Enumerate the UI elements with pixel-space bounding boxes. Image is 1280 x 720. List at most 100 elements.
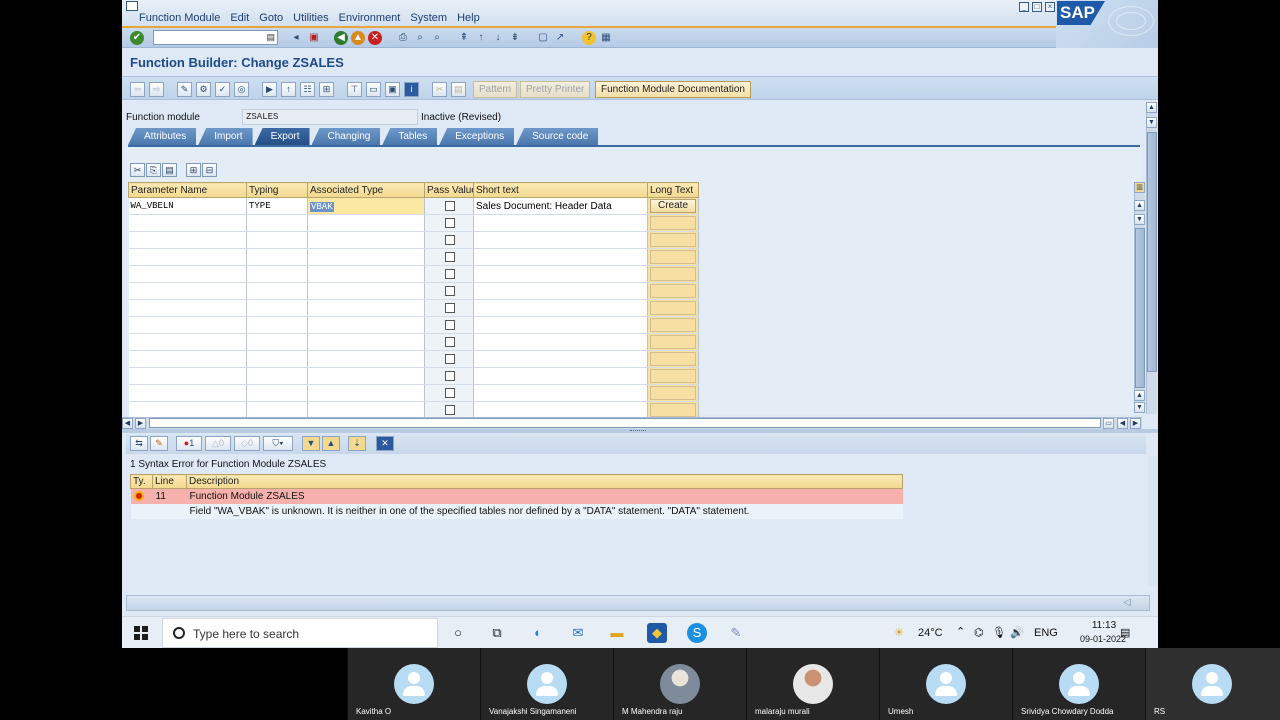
short-text-cell[interactable] (473, 316, 648, 334)
pass-value-cell[interactable] (424, 282, 474, 300)
associated-type-cell[interactable] (307, 384, 425, 402)
associated-type-cell[interactable] (307, 367, 425, 385)
tab-export[interactable]: Export (254, 128, 310, 145)
long-text-button[interactable] (650, 335, 696, 349)
pass-value-checkbox[interactable] (445, 353, 455, 364)
short-text-cell[interactable] (473, 333, 648, 351)
previous-page-icon[interactable]: ↑ (474, 31, 488, 45)
error-row[interactable]: 11 Function Module ZSALES (130, 488, 903, 504)
object-list-icon[interactable]: ☷ (300, 82, 315, 97)
horizontal-scroll-thumb[interactable] (149, 418, 1101, 428)
print-icon[interactable]: ⎙ (396, 31, 410, 45)
tab-changing[interactable]: Changing (311, 128, 381, 145)
edge-icon[interactable]: ◐ (528, 623, 548, 643)
window-menu-icon[interactable] (126, 1, 138, 11)
tab-tables[interactable]: Tables (382, 128, 438, 145)
typing-cell[interactable] (246, 282, 308, 300)
col-line[interactable]: Line (152, 474, 187, 489)
pane-splitter[interactable] (122, 429, 1158, 433)
scroll-thumb[interactable] (1147, 132, 1157, 372)
errors-filter-button[interactable]: ●1 (176, 436, 202, 451)
error-message-cell[interactable]: Field "WA_VBAK" is unknown. It is neithe… (186, 503, 903, 519)
table-scroll-bottom-icon[interactable]: ▼ (1134, 402, 1145, 413)
scroll-down-icon[interactable]: ▼ (1146, 117, 1157, 128)
col-long-text[interactable]: Long Text (647, 182, 699, 198)
pass-value-cell[interactable] (424, 299, 474, 317)
tab-attributes[interactable]: Attributes (128, 128, 197, 145)
notifications-icon[interactable]: ▤ (1120, 626, 1130, 639)
pass-value-checkbox[interactable] (445, 234, 455, 245)
pass-value-checkbox[interactable] (445, 251, 455, 262)
activate-icon[interactable]: ◎ (234, 82, 249, 97)
associated-type-cell[interactable] (307, 333, 425, 351)
long-text-button[interactable] (650, 250, 696, 264)
typing-cell[interactable] (246, 367, 308, 385)
language-indicator[interactable]: ENG (1034, 627, 1058, 639)
test-icon[interactable]: ▶ (262, 82, 277, 97)
associated-type-cell[interactable] (307, 282, 425, 300)
scroll-page-icon[interactable]: ▭ (1103, 418, 1114, 429)
pretty-printer-button[interactable]: Pretty Printer (520, 81, 591, 98)
participant-tile[interactable]: Kavitha O (347, 648, 480, 720)
screen-vertical-scrollbar[interactable]: ▲ ▼ (1146, 102, 1157, 414)
table-scroll-down-icon[interactable]: ▼ (1134, 214, 1145, 225)
pass-value-cell[interactable] (424, 197, 474, 215)
parameter-name-cell[interactable] (128, 333, 247, 351)
tray-chevron-icon[interactable]: ⌃ (956, 625, 965, 638)
tab-import[interactable]: Import (198, 128, 253, 145)
associated-type-cell[interactable] (307, 231, 425, 249)
long-text-button[interactable] (650, 267, 696, 281)
participant-tile[interactable]: M Mahendra raju (613, 648, 746, 720)
pass-value-checkbox[interactable] (445, 268, 455, 279)
short-text-cell[interactable] (473, 350, 648, 368)
pass-value-cell[interactable] (424, 367, 474, 385)
enter-check-icon[interactable]: ✔ (130, 31, 144, 45)
typing-cell[interactable] (246, 316, 308, 334)
pass-value-cell[interactable] (424, 265, 474, 283)
other-object-icon[interactable]: ⚙ (196, 82, 211, 97)
pass-value-cell[interactable] (424, 231, 474, 249)
menu-system[interactable]: System (410, 12, 447, 24)
pass-value-checkbox[interactable] (445, 302, 455, 313)
long-text-button[interactable] (650, 284, 696, 298)
new-session-icon[interactable]: ▢ (536, 31, 550, 45)
participant-tile[interactable]: Srividya Chowdary Dodda (1012, 648, 1145, 720)
parameter-name-cell[interactable] (128, 316, 247, 334)
back-nav-icon[interactable]: ⇦ (130, 82, 145, 97)
short-text-cell[interactable] (473, 401, 648, 419)
navigate-error-icon[interactable]: ⇆ (130, 436, 148, 451)
fm-documentation-button[interactable]: Function Module Documentation (595, 81, 751, 98)
long-text-button[interactable] (650, 369, 696, 383)
pass-value-cell[interactable] (424, 384, 474, 402)
edit-pencil-icon[interactable]: ✎ (150, 436, 168, 451)
menu-environment[interactable]: Environment (339, 12, 401, 24)
back-icon[interactable]: ◀ (334, 31, 348, 45)
parameter-name-cell[interactable] (128, 299, 247, 317)
next-page-icon[interactable]: ↓ (491, 31, 505, 45)
paint-icon[interactable]: ✎ (726, 623, 746, 643)
typing-cell[interactable] (246, 248, 308, 266)
minimize-icon[interactable]: _ (1019, 2, 1029, 12)
fullscreen-icon[interactable]: ▣ (385, 82, 400, 97)
participant-tile[interactable]: RS (1145, 648, 1280, 720)
warnings-filter-button[interactable]: △0 (205, 436, 231, 451)
participant-tile[interactable]: Umesh (879, 648, 1012, 720)
pass-value-checkbox[interactable] (445, 370, 455, 381)
windows-start-icon[interactable] (134, 626, 148, 640)
long-text-button[interactable] (650, 233, 696, 247)
scroll-right-end-icon[interactable]: ▶ (1130, 418, 1141, 429)
parameter-name-cell[interactable] (128, 384, 247, 402)
skype-icon[interactable]: S (687, 623, 707, 643)
typing-cell[interactable] (246, 299, 308, 317)
scroll-left-icon[interactable]: ◀ (122, 418, 133, 429)
short-text-cell[interactable] (473, 282, 648, 300)
long-text-create-button[interactable]: Create (650, 199, 696, 213)
col-parameter-name[interactable]: Parameter Name (128, 182, 247, 198)
short-text-cell[interactable] (473, 367, 648, 385)
associated-type-cell[interactable] (307, 350, 425, 368)
pass-value-cell[interactable] (424, 316, 474, 334)
close-icon[interactable]: × (1045, 2, 1055, 12)
scroll-up-icon[interactable]: ▲ (1146, 102, 1157, 113)
menu-help[interactable]: Help (457, 12, 480, 24)
cut-disabled-icon[interactable]: ✂ (432, 82, 447, 97)
